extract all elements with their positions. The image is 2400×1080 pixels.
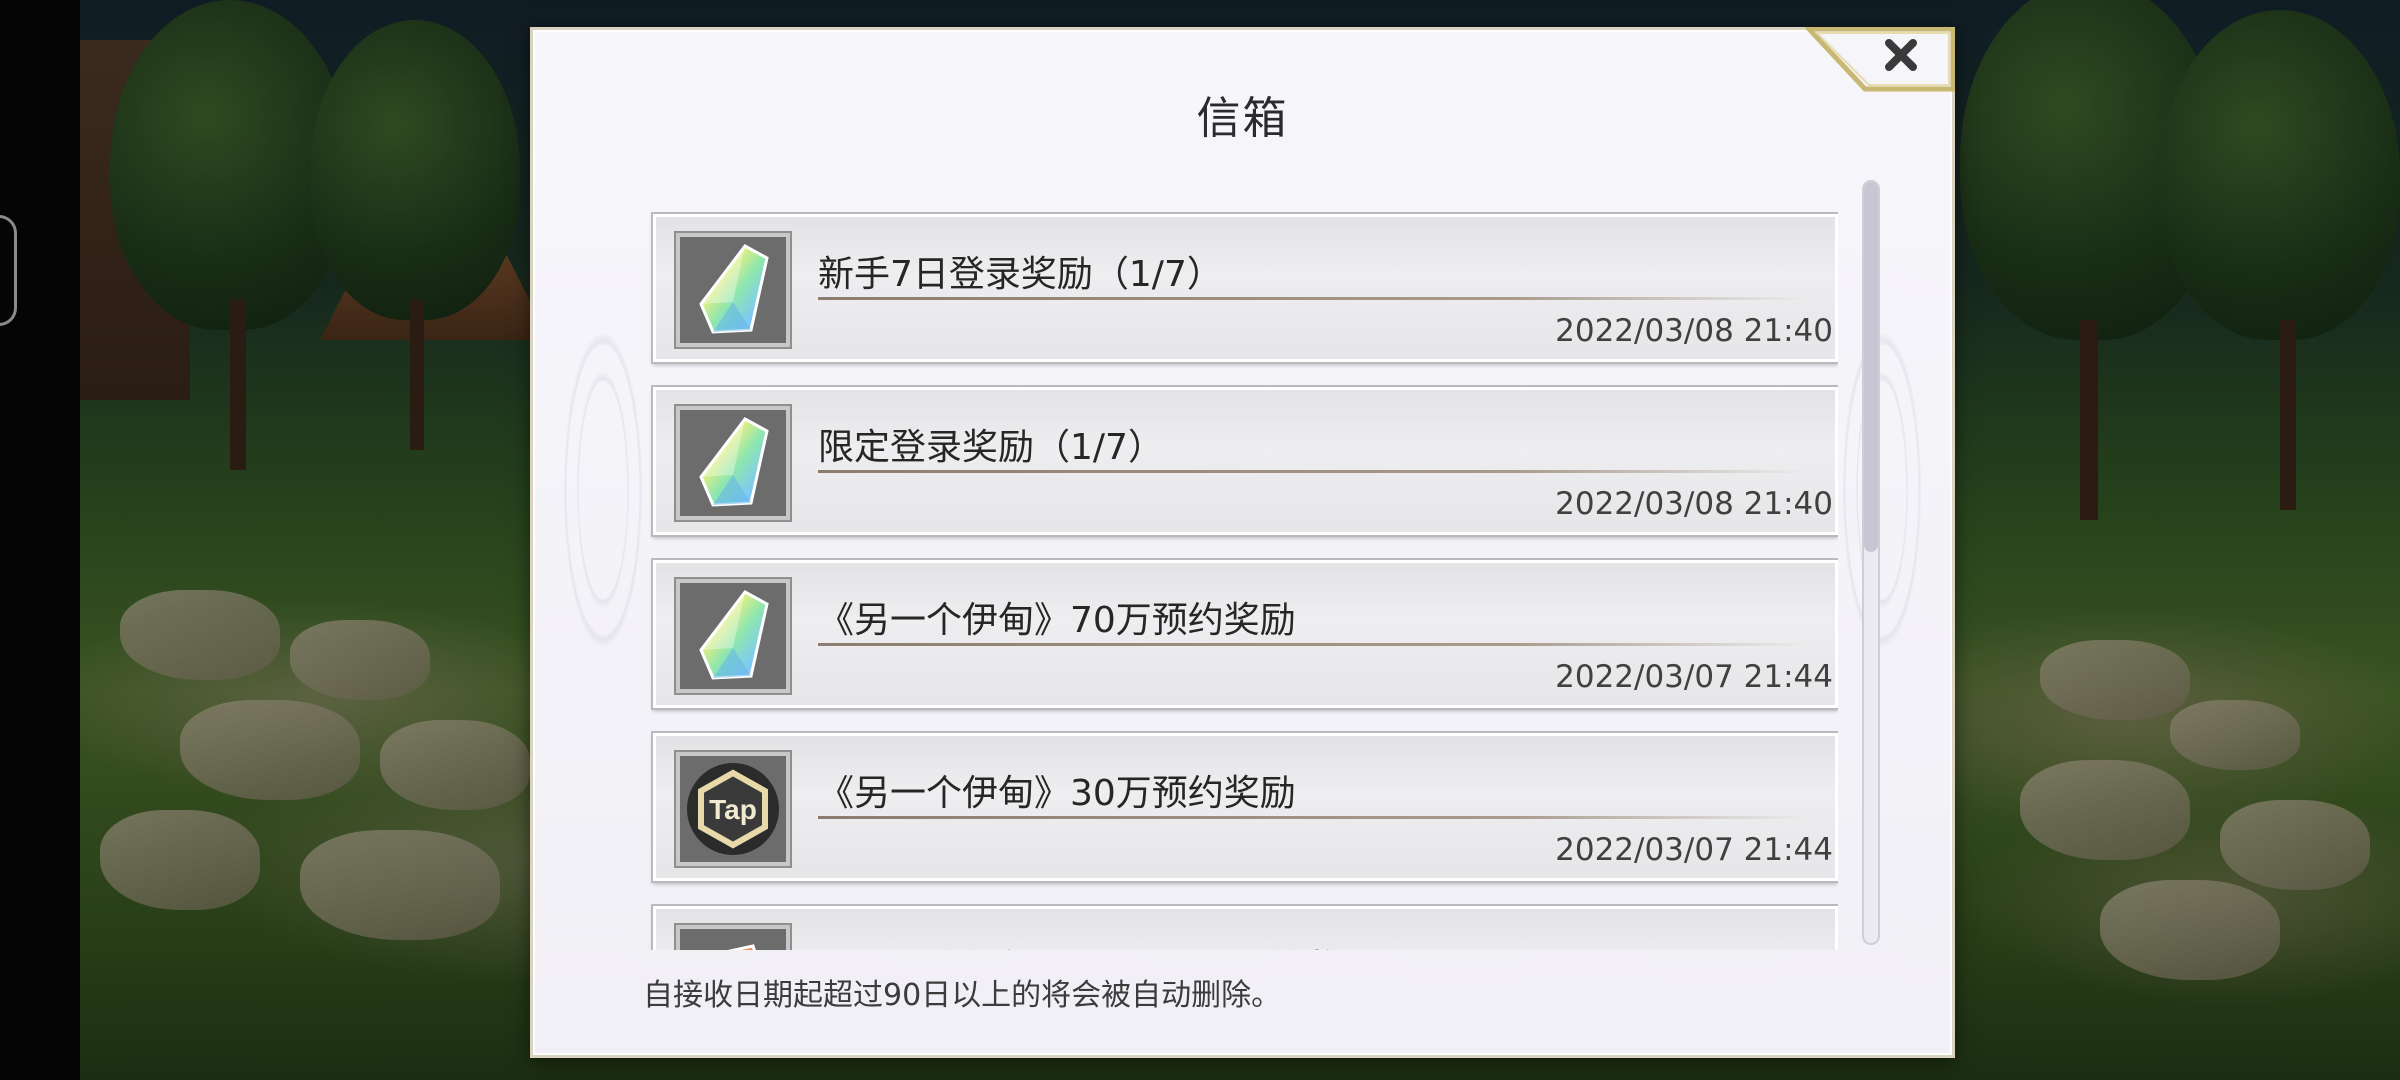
background-stone [2020, 760, 2190, 860]
mail-divider [818, 816, 1808, 819]
mail-item[interactable]: 新手7日登录奖励（1/7） 2022/03/08 21:40 [651, 212, 1838, 364]
background-stone [2220, 800, 2370, 890]
background-stone [380, 720, 530, 810]
rainbow-crystal-icon [699, 417, 769, 507]
background-stone [2100, 880, 2280, 980]
mailbox-dialog: 信箱 新手7日登录奖励（1/7） 2022/03/08 21:40 限定登录奖励… [530, 27, 1955, 1058]
background-stone [290, 620, 430, 700]
close-button[interactable] [1805, 27, 1955, 93]
mail-subject: 《另一个伊甸》70万预约奖励 [818, 600, 1296, 641]
rainbow-crystal-icon [699, 590, 769, 680]
background-stone [120, 590, 280, 680]
dialog-title: 信箱 [1196, 93, 1289, 144]
mail-subject: 新手7日登录奖励（1/7） [818, 254, 1223, 295]
background-tree-trunk [2080, 320, 2098, 520]
background-stone [2040, 640, 2190, 720]
mail-divider [818, 470, 1808, 473]
side-menu-handle[interactable] [0, 215, 17, 326]
left-black-bar [0, 0, 80, 1080]
mail-item-icon-frame [674, 577, 792, 695]
background-stone [300, 830, 500, 940]
background-tree-trunk [2280, 320, 2296, 510]
mail-subject: 《另一个伊甸》30万预约奖励 [818, 773, 1296, 814]
background-stone [100, 810, 260, 910]
mail-item[interactable]: 《另一个伊甸》40、50万预约奖励 [651, 904, 1838, 950]
mail-item[interactable]: Tap 《另一个伊甸》30万预约奖励 2022/03/07 21:44 [651, 731, 1838, 883]
mail-item-icon-frame [674, 404, 792, 522]
mail-list-scrollbar-thumb[interactable] [1864, 182, 1878, 552]
background-tree-trunk [410, 300, 424, 450]
mail-date: 2022/03/07 21:44 [1555, 832, 1833, 868]
taptap-logo-text: Tap [709, 794, 757, 825]
mail-divider [818, 643, 1808, 646]
mail-subject: 限定登录奖励（1/7） [818, 427, 1164, 468]
mail-item[interactable]: 《另一个伊甸》70万预约奖励 2022/03/07 21:44 [651, 558, 1838, 710]
background-stone [180, 700, 360, 800]
orange-item-icon [727, 944, 756, 950]
mail-item-icon-frame [674, 923, 792, 950]
mail-divider [818, 297, 1808, 300]
auto-delete-notice: 自接收日期起超过90日以上的将会被自动删除。 [643, 978, 1282, 1013]
dialog-ornament-right [1822, 210, 1942, 770]
background-tree-trunk [230, 300, 246, 470]
mail-date: 2022/03/08 21:40 [1555, 313, 1833, 349]
taptap-logo-icon: Tap [687, 763, 779, 855]
mail-date: 2022/03/07 21:44 [1555, 659, 1833, 695]
mail-subject: 《另一个伊甸》40、50万预约奖励 [818, 939, 1378, 950]
mail-item-icon-frame: Tap [674, 750, 792, 868]
background-tree [2160, 10, 2400, 340]
background-stone [2170, 700, 2300, 770]
mail-item[interactable]: 限定登录奖励（1/7） 2022/03/08 21:40 [651, 385, 1838, 537]
mail-date: 2022/03/08 21:40 [1555, 486, 1833, 522]
mail-list: 新手7日登录奖励（1/7） 2022/03/08 21:40 限定登录奖励（1/… [643, 180, 1838, 950]
mail-item-icon-frame [674, 231, 792, 349]
rainbow-crystal-icon [699, 244, 769, 334]
close-x-icon [1805, 27, 1955, 92]
background-tree [310, 20, 520, 320]
